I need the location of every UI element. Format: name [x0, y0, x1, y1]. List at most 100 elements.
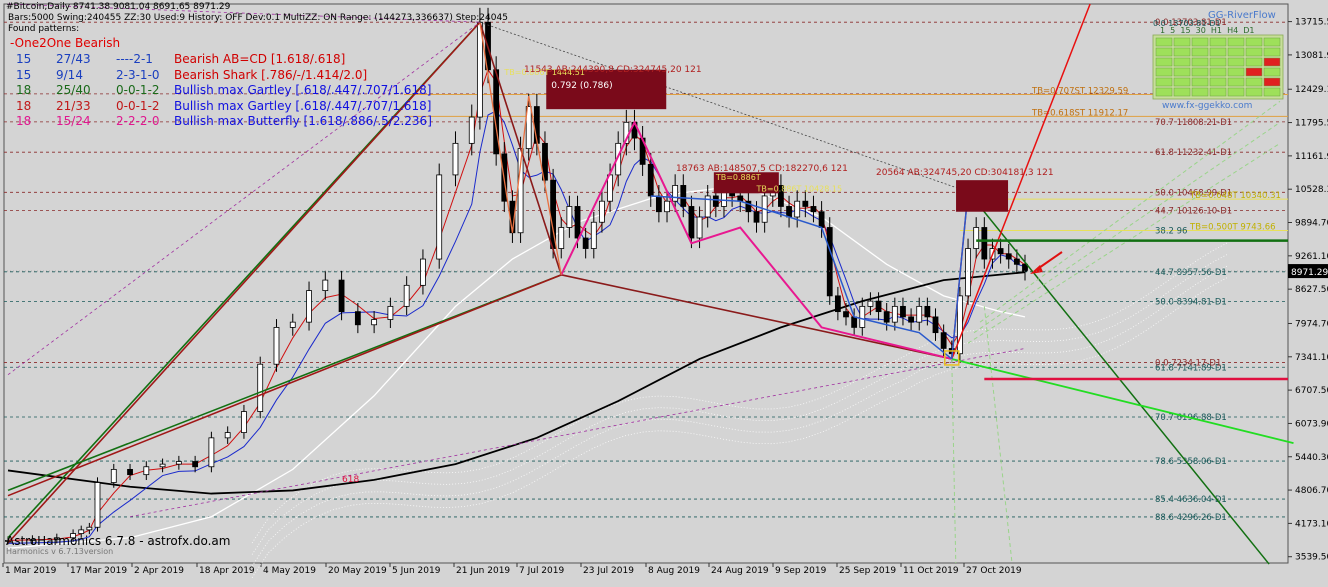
candle-body — [916, 305, 923, 323]
candle-body — [802, 200, 809, 207]
candle-body — [834, 295, 841, 313]
price-tick-label: 7341.10 — [1295, 353, 1328, 363]
pattern-num: 15 — [16, 52, 32, 66]
widget-cell — [1245, 47, 1263, 57]
abcd-mid-label: 18763 AB:148507,5 CD:182270,6 121 — [676, 164, 848, 174]
candle-body — [924, 305, 931, 318]
candle-body — [354, 311, 361, 326]
tb-level-label: TB=0.500T 9743.66 — [1189, 222, 1276, 232]
fib-level-label: 85.4 4636.04-D1 — [1155, 495, 1227, 505]
widget-cell — [1245, 77, 1263, 87]
candle-body — [826, 227, 833, 297]
widget-cell — [1209, 77, 1227, 87]
abcd-right-label: 20564 AB:324745,20 CD:304181,3 121 — [876, 168, 1054, 178]
widget-cell — [1263, 57, 1281, 67]
time-tick-label: 24 Aug 2019 — [711, 566, 769, 576]
fib-level-label: 78.6 5358.06-D1 — [1155, 457, 1227, 467]
candle-body — [753, 211, 760, 223]
pattern-num: 18 — [16, 114, 32, 128]
candle-body — [436, 174, 443, 260]
candle-body — [680, 185, 687, 207]
candle-body — [127, 468, 133, 476]
candle-body — [957, 295, 963, 355]
pattern-ratio: 27/43 — [56, 52, 91, 66]
header-line: #Bitcoin,Daily 8741.38 9081.04 8691.65 8… — [6, 2, 231, 12]
pattern-code: ----2-1 — [116, 52, 153, 66]
widget-website[interactable]: www.fx-ggekko.com — [1162, 101, 1252, 111]
candle-body — [420, 258, 426, 286]
time-tick-label: 21 Jun 2019 — [456, 566, 510, 576]
candle-body — [965, 248, 971, 297]
widget-cell — [1155, 47, 1173, 57]
candle-body — [867, 300, 874, 307]
time-tick-label: 9 Sep 2019 — [775, 566, 827, 576]
candle-body — [94, 482, 101, 528]
pattern-num: 15 — [16, 67, 32, 82]
pattern-name: Bullish max Butterfly [1.618/.886/.5/2.2… — [174, 114, 432, 128]
pattern-code: 0-0-1-2 — [116, 98, 160, 113]
widget-cell — [1191, 47, 1209, 57]
widget-cell — [1227, 57, 1245, 67]
candle-body — [159, 463, 166, 468]
footer-version: Harmonics v 6.7.13version — [6, 547, 114, 556]
time-tick-label: 18 Apr 2019 — [199, 566, 255, 576]
found-patterns-label: Found patterns: — [8, 24, 80, 34]
candle-body — [875, 300, 882, 313]
candle-body — [908, 316, 914, 323]
price-tick-label: 6073.90 — [1295, 419, 1328, 429]
fib-level-label: 88.6 4296.26-D1 — [1155, 513, 1227, 523]
candle-body — [900, 305, 906, 318]
candle-body — [224, 432, 231, 439]
price-tick-label: 9261.10 — [1295, 252, 1328, 262]
candle-body — [306, 290, 312, 323]
candle-body — [655, 195, 662, 213]
candle-body — [883, 311, 890, 323]
tb-level-label: TB=0.648T 10340.31 — [1189, 191, 1281, 201]
candle-body — [696, 216, 703, 239]
candle-body — [566, 206, 573, 228]
price-tick-label: 11795.5 — [1295, 119, 1328, 129]
price-tick-label: 6707.50 — [1295, 386, 1328, 396]
candle-body — [322, 279, 329, 291]
candle-body — [981, 227, 988, 260]
price-tick-label: 11161.9 — [1295, 152, 1328, 162]
riverflow-widget-grid — [1152, 34, 1284, 100]
pattern-code: 2-2-2-0 — [116, 114, 160, 128]
candle-body — [387, 305, 394, 320]
pattern-name: Bearish Shark [.786/-/1.414/2.0] — [174, 67, 368, 82]
time-tick-label: 1 Mar 2019 — [5, 566, 57, 576]
candle-body — [241, 411, 247, 433]
one2one-label: -One2One Bearish — [10, 36, 121, 50]
price-tick-label: 13081.9 — [1295, 51, 1328, 61]
candle-body — [712, 195, 719, 207]
top-zone-box — [956, 180, 1009, 212]
fib-level-label: 44.7 10126.10-D1 — [1155, 206, 1232, 216]
widget-cell — [1209, 57, 1227, 67]
time-tick-label: 7 Jul 2019 — [519, 566, 564, 576]
widget-cell — [1227, 37, 1245, 47]
fib-level-label: 0.0 7234.17-D1 — [1155, 358, 1221, 368]
time-tick-label: 17 Mar 2019 — [70, 566, 127, 576]
candle-body — [794, 200, 801, 218]
candle-body — [810, 206, 817, 213]
fib-level-label: 70.7 11808.21-D1 — [1155, 118, 1232, 128]
widget-cell — [1263, 77, 1281, 87]
price-tick-label: 4806.70 — [1295, 486, 1328, 496]
widget-cell — [1227, 87, 1245, 97]
widget-cell — [1191, 57, 1209, 67]
widget-cell — [1245, 57, 1263, 67]
candle-body — [647, 163, 654, 197]
widget-cell — [1191, 87, 1209, 97]
widget-cell — [1155, 57, 1173, 67]
candle-body — [932, 316, 939, 334]
candle-body — [997, 248, 1004, 255]
candle-body — [940, 332, 947, 349]
pattern-ratio: 21/33 — [56, 98, 91, 113]
widget-cell — [1263, 37, 1281, 47]
fib-level-label: 38.2 96 — [1155, 227, 1187, 237]
widget-cell — [1245, 67, 1263, 77]
widget-cell — [1263, 47, 1281, 57]
price-tick-label: 3539.50 — [1295, 553, 1328, 563]
widget-cell — [1173, 47, 1191, 57]
time-tick-label: 5 Jun 2019 — [392, 566, 441, 576]
